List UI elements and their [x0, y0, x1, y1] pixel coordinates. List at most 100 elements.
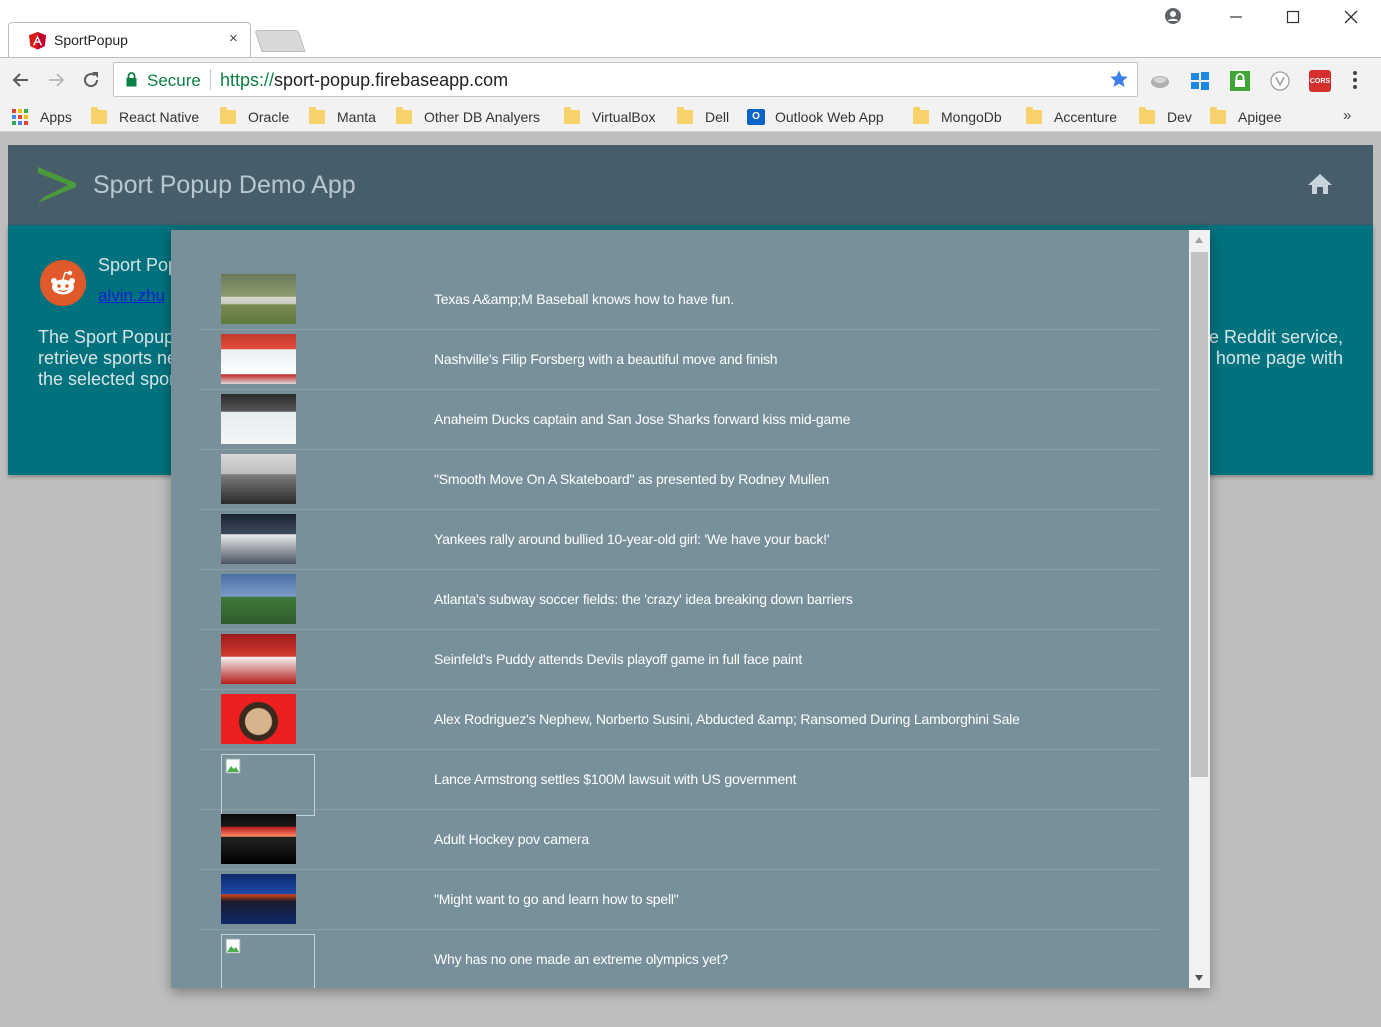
post-row[interactable]: "Smooth Move On A Skateboard" as present…: [200, 450, 1159, 510]
app-title[interactable]: Sport Popup Demo App: [93, 171, 356, 200]
bookmark-star-icon[interactable]: [1109, 69, 1129, 89]
bookmark-label: Manta: [337, 109, 376, 125]
post-row[interactable]: Alex Rodriguez's Nephew, Norberto Susini…: [200, 690, 1159, 750]
post-row[interactable]: Adult Hockey pov camera: [200, 810, 1159, 870]
post-title[interactable]: Atlanta's subway soccer fields: the 'cra…: [434, 591, 853, 607]
description-right: e Reddit service, e home page with: [1201, 327, 1343, 369]
extension-cloud-icon[interactable]: [1149, 70, 1171, 92]
bookmark-item[interactable]: Manta: [309, 107, 376, 127]
post-title[interactable]: Texas A&amp;M Baseball knows how to have…: [434, 291, 734, 307]
post-row[interactable]: Texas A&amp;M Baseball knows how to have…: [200, 270, 1159, 330]
bookmark-label: Oracle: [248, 109, 290, 125]
profile-icon[interactable]: [1163, 6, 1183, 26]
description-left: The Sport Popup retrieve sports ne the s…: [38, 327, 177, 390]
scroll-up-arrow-icon[interactable]: [1194, 236, 1204, 244]
folder-icon: [396, 107, 412, 124]
address-separator: [210, 69, 211, 90]
post-thumbnail[interactable]: [221, 514, 296, 564]
post-title[interactable]: Adult Hockey pov camera: [434, 831, 589, 847]
password-lock-icon[interactable]: [1229, 70, 1251, 92]
more-bookmarks-icon[interactable]: »: [1343, 107, 1351, 124]
post-title[interactable]: Nashville's Filip Forsberg with a beauti…: [434, 351, 778, 367]
post-thumbnail[interactable]: [221, 574, 296, 624]
post-row[interactable]: Yankees rally around bullied 10-year-old…: [200, 510, 1159, 570]
post-row[interactable]: Seinfeld's Puddy attends Devils playoff …: [200, 630, 1159, 690]
broken-image-glyph-icon: [225, 938, 241, 954]
posts-modal: Texas A&amp;M Baseball knows how to have…: [171, 230, 1210, 988]
address-bar[interactable]: Secure https://sport-popup.firebaseapp.c…: [113, 62, 1138, 97]
bookmark-label: VirtualBox: [592, 109, 656, 125]
bookmark-item[interactable]: MongoDb: [913, 107, 1002, 127]
windows-icon[interactable]: [1189, 70, 1211, 92]
minimize-icon[interactable]: [1226, 6, 1246, 26]
post-title[interactable]: Seinfeld's Puddy attends Devils playoff …: [434, 651, 802, 667]
post-thumbnail[interactable]: [221, 334, 296, 384]
new-tab-button[interactable]: [254, 30, 306, 52]
post-title[interactable]: Lance Armstrong settles $100M lawsuit wi…: [434, 771, 797, 787]
bookmark-item[interactable]: Dell: [677, 107, 729, 127]
post-thumbnail[interactable]: [221, 274, 296, 324]
browser-tab[interactable]: SportPopup ×: [8, 22, 251, 58]
bookmark-label: Apigee: [1238, 109, 1282, 125]
post-row[interactable]: Anaheim Ducks captain and San Jose Shark…: [200, 390, 1159, 450]
angular-icon: [28, 31, 47, 50]
bookmark-item[interactable]: Oracle: [220, 107, 289, 127]
post-row[interactable]: Nashville's Filip Forsberg with a beauti…: [200, 330, 1159, 390]
url-text[interactable]: https://sport-popup.firebaseapp.com: [220, 70, 508, 91]
post-thumbnail[interactable]: [221, 874, 296, 924]
apps-grid-icon: [12, 109, 28, 125]
bookmark-label: Outlook Web App: [775, 109, 884, 125]
app-logo-icon[interactable]: [36, 167, 78, 203]
tab-strip: SportPopup ×: [0, 0, 1381, 58]
post-thumbnail[interactable]: [221, 634, 296, 684]
reload-icon[interactable]: [79, 68, 103, 92]
post-thumbnail[interactable]: [221, 814, 296, 864]
cors-extension-icon[interactable]: CORS: [1309, 70, 1331, 92]
tab-close-icon[interactable]: ×: [229, 30, 238, 47]
bookmark-item[interactable]: Apps: [12, 107, 72, 127]
close-window-icon[interactable]: [1341, 6, 1361, 26]
scroll-thumb[interactable]: [1191, 252, 1208, 777]
url-scheme: https://: [220, 70, 275, 90]
modal-scrollbar[interactable]: [1189, 230, 1210, 988]
home-icon[interactable]: [1307, 173, 1333, 195]
scroll-down-arrow-icon[interactable]: [1194, 974, 1204, 982]
post-thumbnail[interactable]: [221, 694, 296, 744]
bookmark-item[interactable]: Dev: [1139, 107, 1192, 127]
author-link[interactable]: alvin.zhu: [98, 286, 165, 306]
bookmark-item[interactable]: VirtualBox: [564, 107, 656, 127]
bookmark-item[interactable]: React Native: [91, 107, 199, 127]
bookmark-item[interactable]: Other DB Analyers: [396, 107, 540, 127]
folder-icon: [564, 107, 580, 124]
post-title[interactable]: "Smooth Move On A Skateboard" as present…: [434, 471, 829, 487]
vimium-icon[interactable]: [1269, 70, 1291, 92]
bookmark-label: Accenture: [1054, 109, 1118, 125]
browser-menu-icon[interactable]: [1352, 70, 1358, 90]
bookmark-label: Dell: [705, 109, 730, 125]
bookmarks-bar: » Apps React Native Oracle Manta Other DB An…: [0, 102, 1381, 132]
post-thumbnail[interactable]: [221, 454, 296, 504]
broken-image-icon[interactable]: [221, 934, 315, 988]
broken-image-icon[interactable]: [221, 754, 315, 816]
post-thumbnail[interactable]: [221, 394, 296, 444]
maximize-icon[interactable]: [1283, 6, 1303, 26]
post-title[interactable]: "Might want to go and learn how to spell…: [434, 891, 679, 907]
bookmark-label: Apps: [40, 109, 72, 125]
post-row[interactable]: Atlanta's subway soccer fields: the 'cra…: [200, 570, 1159, 630]
bookmark-item[interactable]: Accenture: [1026, 107, 1117, 127]
post-title[interactable]: Yankees rally around bullied 10-year-old…: [434, 531, 830, 547]
folder-icon: [220, 107, 236, 124]
description-line: e Reddit service,: [1208, 327, 1343, 347]
bookmark-item[interactable]: Apigee: [1210, 107, 1282, 127]
post-row[interactable]: "Might want to go and learn how to spell…: [200, 870, 1159, 930]
bookmark-item[interactable]: O Outlook Web App: [747, 107, 884, 127]
secure-label: Secure: [147, 71, 201, 90]
lock-icon[interactable]: [126, 72, 137, 87]
forward-arrow-icon[interactable]: [44, 68, 68, 92]
post-row[interactable]: Why has no one made an extreme olympics …: [200, 930, 1159, 988]
post-title[interactable]: Alex Rodriguez's Nephew, Norberto Susini…: [434, 711, 1020, 727]
back-arrow-icon[interactable]: [9, 68, 33, 92]
post-title[interactable]: Anaheim Ducks captain and San Jose Shark…: [434, 411, 850, 427]
post-title[interactable]: Why has no one made an extreme olympics …: [434, 951, 728, 967]
post-row[interactable]: Lance Armstrong settles $100M lawsuit wi…: [200, 750, 1159, 816]
